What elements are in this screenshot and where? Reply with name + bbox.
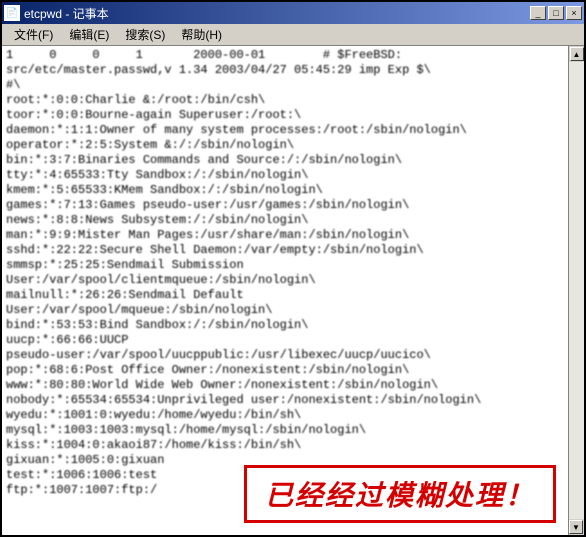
menu-file[interactable]: 文件(F) [6, 24, 61, 45]
minimize-button[interactable]: _ [530, 6, 546, 20]
close-button[interactable]: × [566, 6, 582, 20]
app-icon: 📄 [4, 5, 20, 21]
menu-search[interactable]: 搜索(S) [117, 24, 173, 45]
notepad-window: 📄 etcpwd - 记事本 _ □ × 文件(F) 编辑(E) 搜索(S) 帮… [0, 0, 586, 537]
window-title: etcpwd - 记事本 [24, 5, 530, 22]
menu-edit[interactable]: 编辑(E) [61, 24, 117, 45]
menubar: 文件(F) 编辑(E) 搜索(S) 帮助(H) [2, 24, 584, 46]
scroll-track[interactable] [569, 62, 584, 519]
scroll-up-button[interactable]: ▲ [570, 47, 584, 61]
vertical-scrollbar[interactable]: ▲ ▼ [568, 46, 584, 535]
text-area[interactable]: 1 0 0 1 2000-00-01 # $FreeBSD: src/etc/m… [2, 46, 584, 535]
titlebar[interactable]: 📄 etcpwd - 记事本 _ □ × [2, 2, 584, 24]
window-controls: _ □ × [530, 6, 582, 20]
maximize-button[interactable]: □ [548, 6, 564, 20]
scroll-down-button[interactable]: ▼ [569, 520, 583, 534]
text-content: 1 0 0 1 2000-00-01 # $FreeBSD: src/etc/m… [2, 46, 584, 535]
menu-help[interactable]: 帮助(H) [173, 24, 230, 45]
blur-notice-overlay: 已经经过模糊处理！ [244, 465, 556, 523]
